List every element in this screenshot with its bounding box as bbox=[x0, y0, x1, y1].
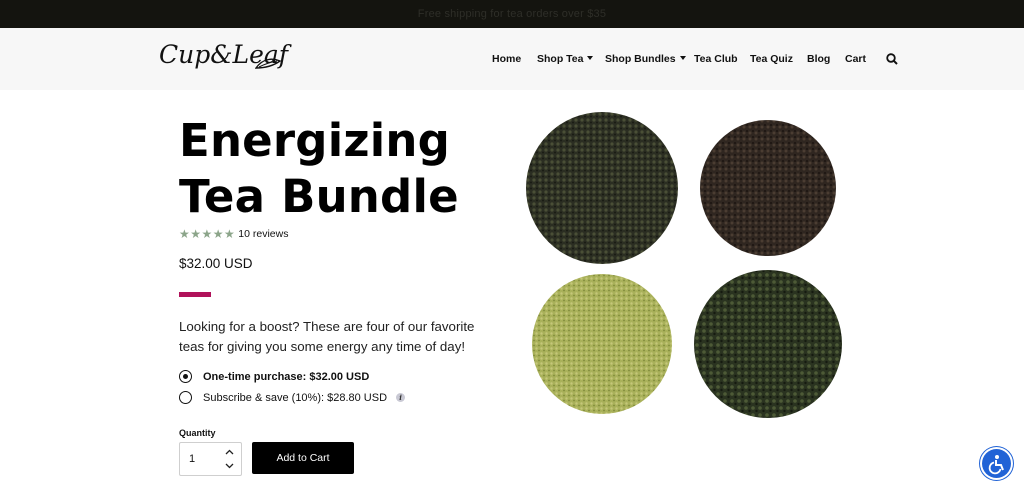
option-one-time[interactable]: One-time purchase: $32.00 USD bbox=[179, 370, 369, 383]
quantity-value[interactable]: 1 bbox=[189, 453, 195, 465]
leaf-icon bbox=[255, 58, 281, 69]
nav-shop-bundles[interactable]: Shop Bundles bbox=[605, 53, 686, 65]
product-description: Looking for a boost? These are four of o… bbox=[179, 319, 475, 354]
announcement-text: Free shipping for tea orders over $35 bbox=[417, 8, 607, 20]
radio-one-time[interactable] bbox=[179, 370, 192, 383]
nav-tea-quiz[interactable]: Tea Quiz bbox=[750, 53, 793, 65]
product-price: $32.00 USD bbox=[179, 256, 253, 271]
site-header: Cup&Leaf Home Shop Tea Shop Bundles Tea … bbox=[0, 28, 1024, 90]
chevron-down-icon bbox=[587, 56, 594, 61]
nav-shop-tea-label: Shop Tea bbox=[537, 53, 584, 65]
info-icon[interactable]: i bbox=[396, 393, 406, 402]
nav-blog[interactable]: Blog bbox=[807, 53, 830, 65]
option-one-time-label: One-time purchase: $32.00 USD bbox=[203, 370, 370, 383]
accessibility-icon bbox=[988, 455, 1004, 475]
tea-pile-3 bbox=[532, 274, 672, 414]
nav-home[interactable]: Home bbox=[492, 53, 521, 65]
quantity-stepper[interactable]: 1 bbox=[179, 442, 242, 476]
quantity-label: Quantity bbox=[179, 428, 216, 438]
nav-cart[interactable]: Cart bbox=[845, 53, 866, 65]
announcement-bar: Free shipping for tea orders over $35 bbox=[0, 0, 1024, 28]
nav-shop-tea[interactable]: Shop Tea bbox=[537, 53, 594, 65]
accessibility-button[interactable] bbox=[982, 449, 1011, 478]
review-count: 10 reviews bbox=[238, 228, 289, 240]
product-title-line1: Energizing bbox=[179, 114, 450, 167]
search-icon[interactable] bbox=[886, 53, 898, 65]
product-rating[interactable]: ★★★★★ 10 reviews bbox=[179, 227, 289, 241]
chevron-down-icon[interactable] bbox=[225, 461, 234, 470]
option-subscribe-label: Subscribe & save (10%): $28.80 USD bbox=[203, 391, 388, 404]
tea-pile-2 bbox=[700, 120, 836, 256]
accent-divider bbox=[179, 292, 211, 297]
option-subscribe[interactable]: Subscribe & save (10%): $28.80 USD i bbox=[179, 391, 406, 404]
nav-shop-bundles-label: Shop Bundles bbox=[605, 53, 676, 65]
radio-subscribe[interactable] bbox=[179, 391, 192, 404]
nav-tea-club[interactable]: Tea Club bbox=[694, 53, 738, 65]
tea-pile-1 bbox=[526, 112, 678, 264]
brand-logo[interactable]: Cup&Leaf bbox=[159, 38, 288, 78]
chevron-up-icon[interactable] bbox=[225, 448, 234, 457]
chevron-down-icon bbox=[679, 56, 686, 61]
product-image bbox=[526, 112, 842, 418]
product-title-line2: Tea Bundle bbox=[179, 170, 459, 223]
tea-pile-4 bbox=[694, 270, 842, 418]
star-rating-icon: ★★★★★ bbox=[179, 227, 236, 241]
product-title: Energizing Tea Bundle bbox=[179, 113, 499, 225]
add-to-cart-button[interactable]: Add to Cart bbox=[252, 442, 354, 474]
